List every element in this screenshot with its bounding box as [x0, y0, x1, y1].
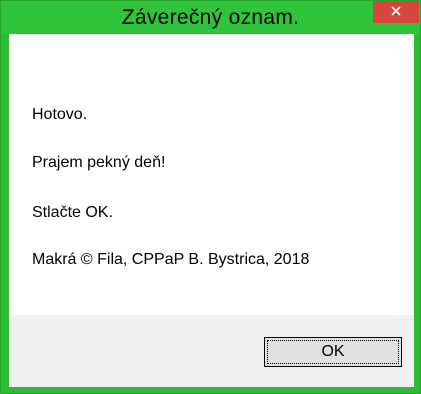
message-line-wish: Prajem pekný deň! [32, 154, 166, 171]
close-icon [391, 6, 401, 16]
message-panel: Hotovo. Prajem pekný deň! Stlačte OK. Ma… [9, 34, 414, 315]
title-bar[interactable]: Záverečný oznam. [1, 1, 420, 34]
close-button[interactable] [373, 1, 419, 23]
button-bar: OK [9, 315, 414, 387]
message-line-done: Hotovo. [32, 106, 88, 123]
message-line-instruction: Stlačte OK. [32, 204, 113, 221]
window-title: Záverečný oznam. [121, 6, 300, 29]
dialog-window: Záverečný oznam. Hotovo. Prajem pekný de… [0, 0, 421, 394]
ok-button-label: OK [267, 340, 399, 364]
ok-button[interactable]: OK [264, 337, 402, 367]
dialog-client-area: Hotovo. Prajem pekný deň! Stlačte OK. Ma… [9, 34, 414, 387]
message-line-copyright: Makrá © Fila, CPPaP B. Bystrica, 2018 [32, 251, 310, 268]
